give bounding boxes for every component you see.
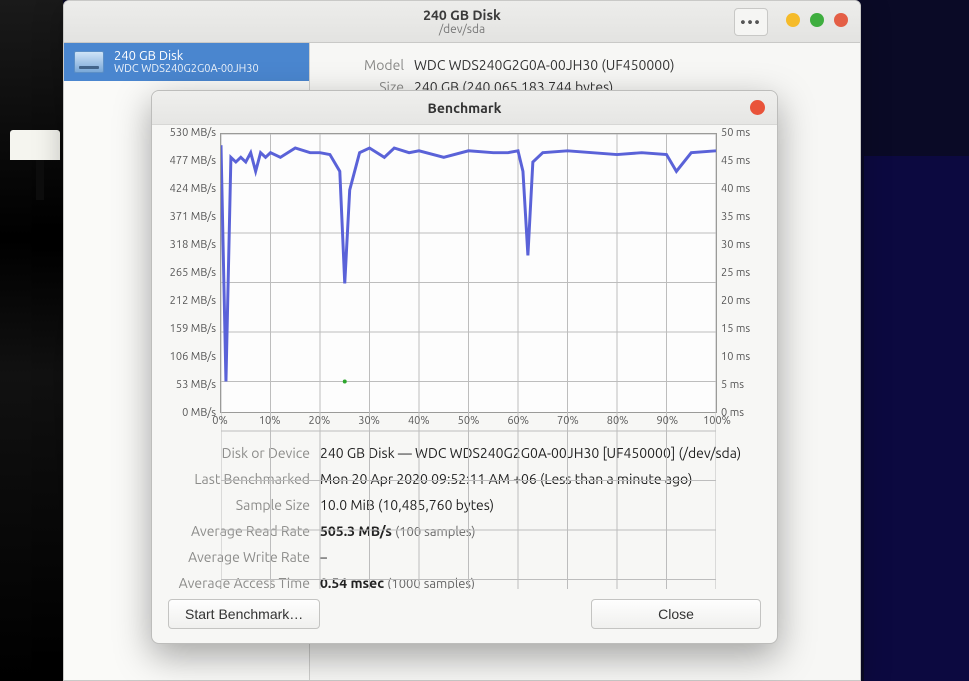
chart-plot-area — [220, 133, 717, 413]
benchmark-dialog: Benchmark 0 MB/s53 MB/s106 MB/s159 MB/s2… — [151, 90, 778, 644]
y-axis-right-ticks: 0 ms5 ms10 ms15 ms20 ms25 ms30 ms35 ms40… — [721, 133, 761, 413]
dialog-titlebar[interactable]: Benchmark — [152, 91, 777, 125]
benchmark-chart: 0 MB/s53 MB/s106 MB/s159 MB/s212 MB/s265… — [168, 133, 761, 433]
wallpaper-object — [10, 130, 70, 210]
ellipsis-icon: ••• — [740, 14, 761, 30]
device-name: 240 GB Disk — [114, 49, 259, 63]
window-titlebar[interactable]: 240 GB Disk /dev/sda ••• — [64, 1, 860, 43]
close-button[interactable]: Close — [591, 599, 761, 629]
close-window-button[interactable] — [834, 13, 848, 27]
disk-icon — [74, 51, 104, 73]
device-model: WDC WDS240G2G0A-00JH30 — [114, 63, 259, 75]
x-axis-ticks: 0%10%20%30%40%50%60%70%80%90%100% — [220, 415, 717, 431]
window-controls — [786, 13, 848, 27]
dialog-title: Benchmark — [428, 100, 502, 116]
y-axis-left-ticks: 0 MB/s53 MB/s106 MB/s159 MB/s212 MB/s265… — [168, 133, 216, 413]
maximize-button[interactable] — [810, 13, 824, 27]
model-value: WDC WDS240G2G0A-00JH30 (UF450000) — [414, 57, 675, 73]
window-menu-button[interactable]: ••• — [734, 8, 768, 36]
model-label: Model — [330, 57, 404, 73]
sidebar-device-item[interactable]: 240 GB Disk WDC WDS240G2G0A-00JH30 — [64, 43, 309, 81]
background-panel — [864, 156, 969, 681]
start-benchmark-button[interactable]: Start Benchmark… — [168, 599, 320, 629]
window-title: 240 GB Disk — [423, 7, 501, 23]
dialog-close-button[interactable] — [750, 100, 765, 115]
wallpaper — [0, 0, 63, 681]
window-subtitle: /dev/sda — [423, 23, 501, 37]
minimize-button[interactable] — [786, 13, 800, 27]
